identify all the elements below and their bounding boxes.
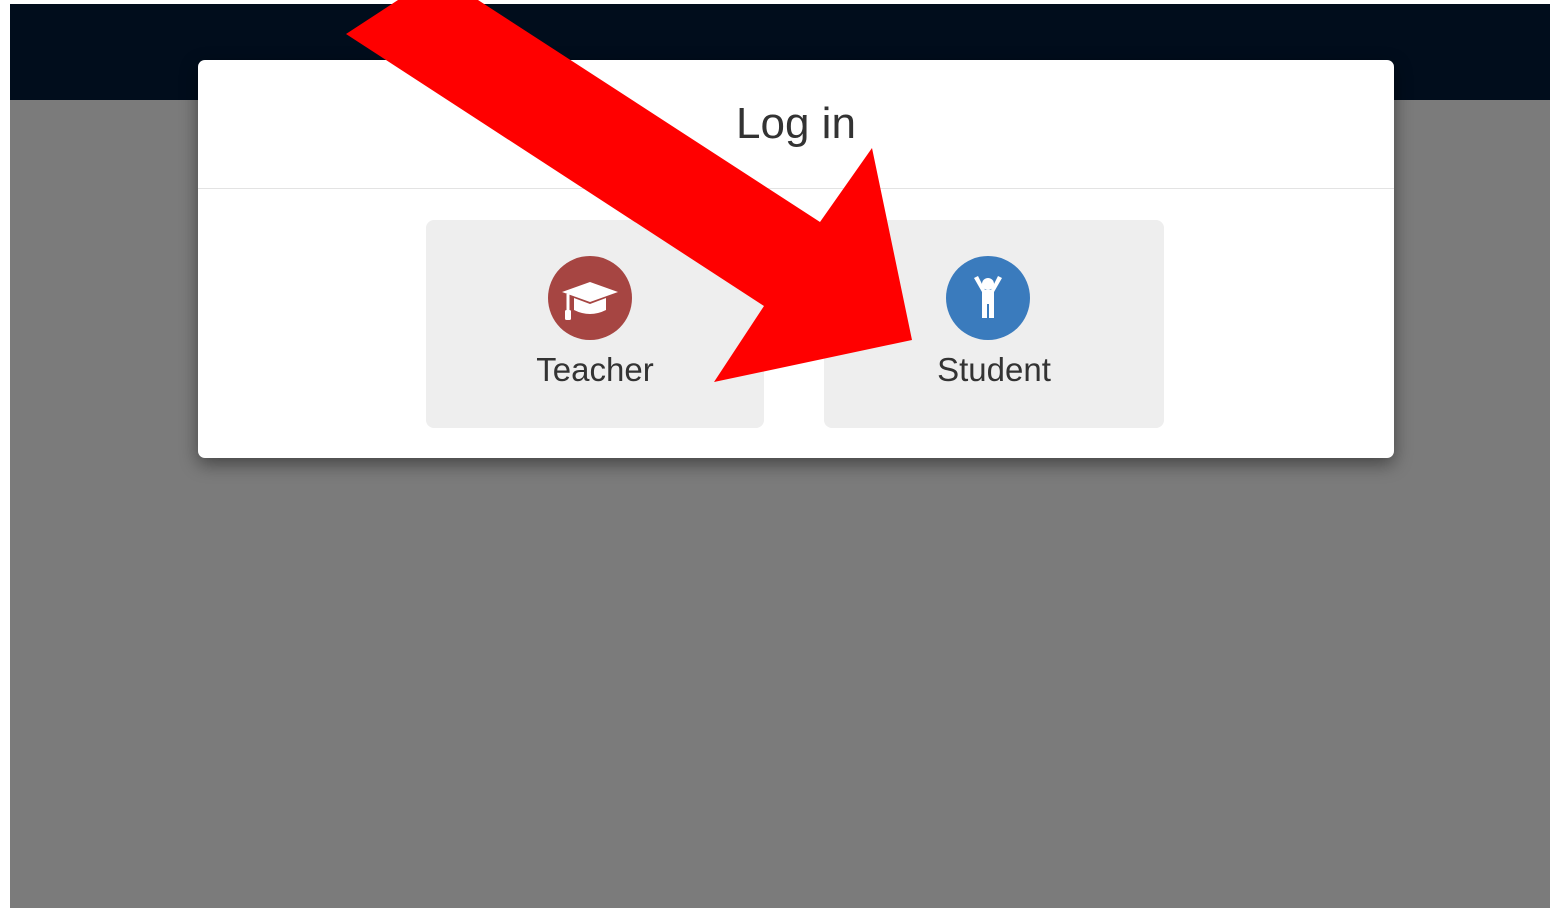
page-backdrop: Log in Teacher Student — [10, 4, 1550, 908]
child-icon — [946, 256, 1030, 340]
teacher-login-button[interactable]: Teacher — [426, 220, 764, 428]
student-label: Student — [937, 351, 1051, 388]
graduation-cap-icon — [548, 256, 632, 340]
student-login-button[interactable]: Student — [824, 220, 1164, 428]
teacher-label: Teacher — [536, 351, 654, 388]
login-modal: Log in Teacher Student — [198, 60, 1394, 458]
modal-title: Log in — [736, 99, 856, 148]
modal-header: Log in — [198, 60, 1394, 189]
